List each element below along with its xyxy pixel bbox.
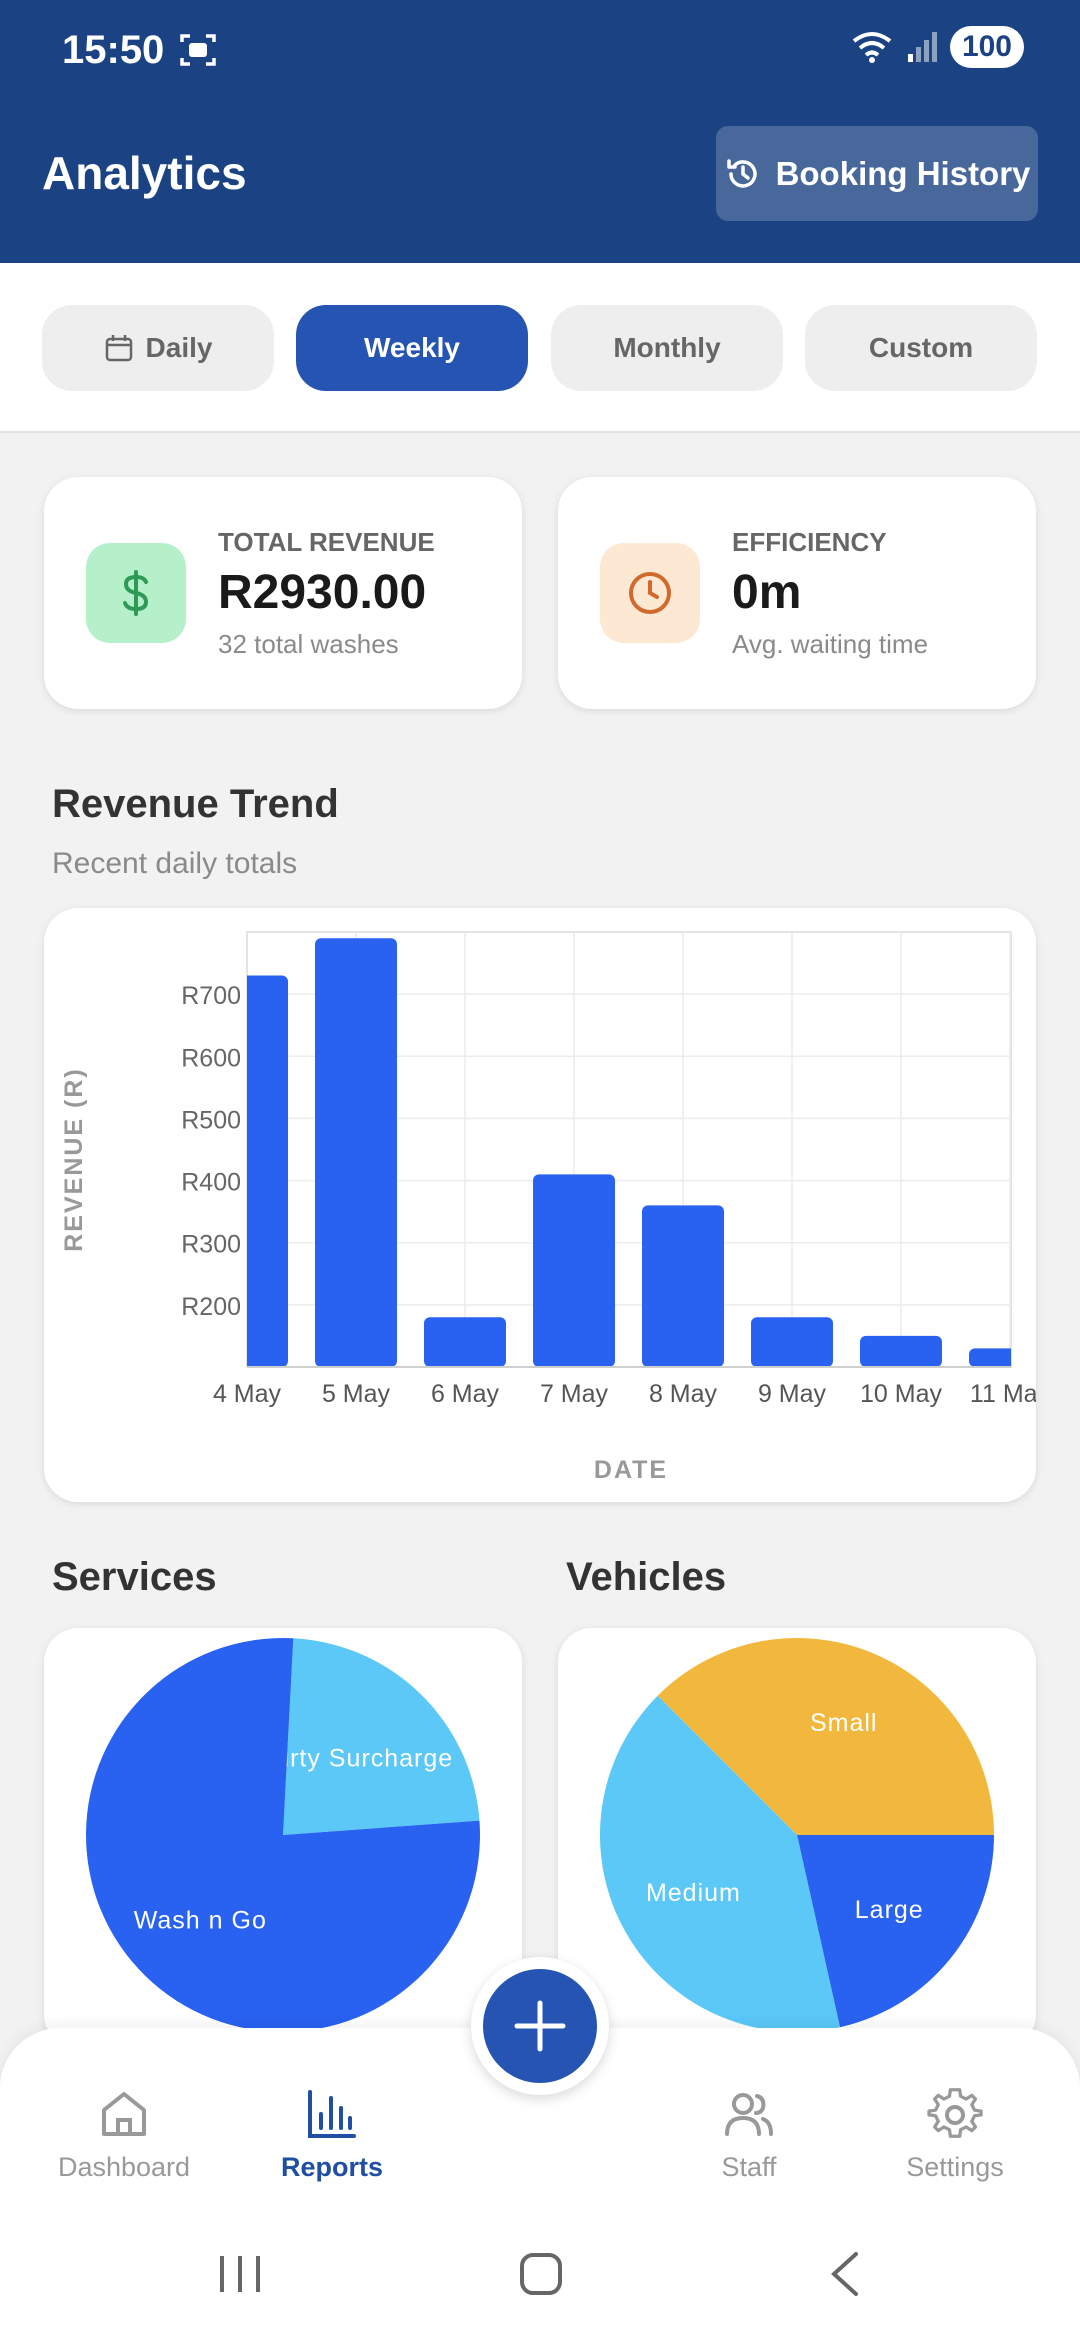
x-tick-label: 4 May [213,1380,282,1408]
status-time: 15:50 [62,28,165,72]
nav-staff-label: Staff [721,2152,777,2182]
vehicles-chart-card: Small Large Medium [558,1628,1036,2048]
pie-label: Small [810,1709,878,1737]
revenue-card: TOTAL REVENUE R2930.00 32 total washes [44,477,522,709]
nav-dashboard-label: Dashboard [57,2152,191,2182]
bar[interactable] [860,1335,942,1367]
add-booking-button[interactable] [471,1957,609,2095]
calendar-icon [105,335,132,362]
history-icon [726,158,757,188]
efficiency-icon-box [600,543,700,643]
nav-settings[interactable]: Settings [875,2086,1035,2183]
vehicles-title: Vehicles [566,1555,727,1599]
home-icon [102,2092,146,2136]
revenue-label: TOTAL REVENUE [218,527,435,557]
pie-label: Large [855,1896,924,1924]
tab-monthly-label: Monthly [613,332,721,363]
revenue-chart-card: R200 R300 R400 R500 R600 R700 4 May 5 May 6 May 7… [44,908,1051,1502]
screen-record-icon [180,34,216,66]
x-tick-label: 7 May [540,1380,609,1408]
revenue-sub: 32 total washes [218,629,399,659]
nav-reports-label: Reports [280,2152,383,2182]
x-tick-label: 6 May [431,1380,500,1408]
pie-slice[interactable] [283,1638,480,1835]
x-tick-label: 11 May [970,1380,1036,1408]
bar-chart-icon [308,2090,356,2138]
x-tick-label: 10 May [860,1380,942,1408]
page-title: Analytics [42,147,247,199]
x-axis-label: DATE [594,1456,668,1484]
pie-label: Dirty Surcharge [264,1745,453,1773]
wifi-icon [852,32,892,63]
gear-icon [927,2088,983,2138]
bar[interactable] [424,1317,506,1367]
tab-custom[interactable]: Custom [805,305,1037,391]
booking-history-label: Booking History [775,154,1031,192]
services-title: Services [52,1555,217,1599]
booking-history-button[interactable]: Booking History [716,126,1038,221]
clock-icon [629,572,671,614]
battery-indicator: 100 [949,26,1024,68]
y-tick-label: R600 [181,1044,241,1072]
bar[interactable] [751,1317,833,1367]
vehicles-pie-chart: Small Large Medium [599,1638,994,2032]
recents-button[interactable] [220,2256,260,2292]
y-tick-label: R300 [181,1231,241,1259]
x-tick-label: 5 May [322,1380,391,1408]
bar-series [247,938,1036,1367]
nav-dashboard[interactable]: Dashboard [44,2086,204,2183]
pie-label: Wash n Go [134,1906,267,1934]
efficiency-card: EFFICIENCY 0m Avg. waiting time [558,477,1036,709]
plus-icon [514,2000,566,2052]
bar[interactable] [315,938,397,1367]
tab-daily-label: Daily [145,332,213,363]
nav-staff[interactable]: Staff [669,2086,829,2183]
services-chart-card: Dirty Surcharge Wash n Go [44,1628,522,2048]
dollar-icon [123,570,149,616]
nav-reports[interactable]: Reports [252,2086,412,2183]
revenue-bar-chart: R200 R300 R400 R500 R600 R700 4 May 5 May 6 May 7… [60,931,1051,1484]
nav-settings-label: Settings [906,2152,1004,2182]
revenue-trend-title: Revenue Trend [52,782,339,826]
back-button[interactable] [831,2252,858,2296]
pie-label: Medium [646,1879,741,1907]
y-tick-label: R700 [181,982,241,1010]
revenue-icon-box [86,543,186,643]
bar[interactable] [969,1348,1036,1367]
y-tick-label: R200 [181,1293,241,1321]
status-icons: 100 [850,26,1024,68]
revenue-trend-subtitle: Recent daily totals [52,847,298,880]
tab-weekly-label: Weekly [364,332,460,363]
efficiency-label: EFFICIENCY [732,527,887,557]
tab-monthly[interactable]: Monthly [551,305,783,391]
y-tick-label: R500 [181,1106,241,1134]
period-tabs: Daily Weekly Monthly Custom [0,263,1080,433]
tab-weekly[interactable]: Weekly [296,305,528,391]
home-button[interactable] [520,2253,562,2295]
efficiency-value: 0m [732,566,802,619]
y-tick-label: R400 [181,1169,241,1197]
x-tick-label: 8 May [649,1380,718,1408]
x-tick-label: 9 May [758,1380,827,1408]
signal-icon [907,32,937,62]
bar[interactable] [533,1174,615,1367]
bar[interactable] [642,1205,724,1367]
system-navigation-bar [220,2252,858,2296]
revenue-value: R2930.00 [218,566,427,619]
users-icon [725,2093,773,2136]
tab-daily[interactable]: Daily [42,305,274,391]
services-pie-chart: Dirty Surcharge Wash n Go [86,1638,480,2032]
y-axis-label: REVENUE (R) [60,1067,88,1252]
tab-custom-label: Custom [868,332,974,363]
efficiency-sub: Avg. waiting time [732,629,929,659]
app-header: 15:50 100 Analytics Booking History [0,0,1080,263]
